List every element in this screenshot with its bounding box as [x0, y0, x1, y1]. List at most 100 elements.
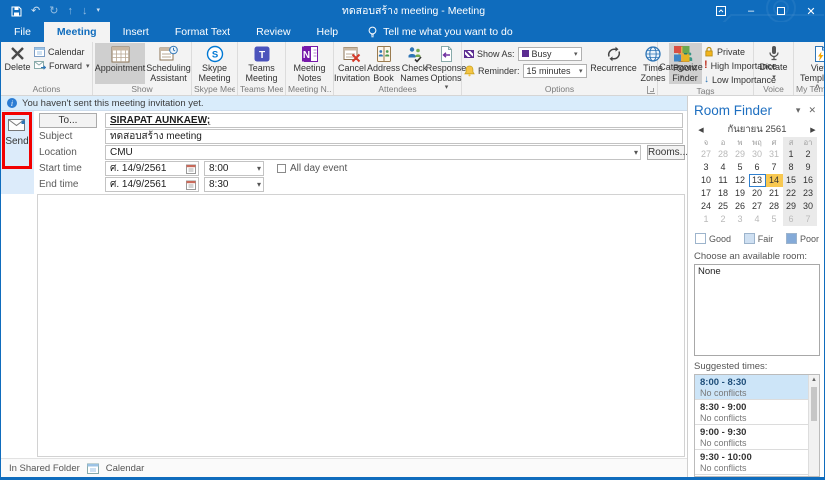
calendar-day[interactable]: 30: [749, 148, 766, 161]
calendar-day[interactable]: 9: [799, 161, 817, 174]
end-date-picker-icon[interactable]: [186, 180, 196, 190]
calendar-day[interactable]: 2: [799, 148, 817, 161]
forward-button[interactable]: Forward: [32, 59, 92, 72]
calendar-day[interactable]: 29: [782, 200, 800, 213]
subject-field[interactable]: ทดสอบสร้าง meeting: [105, 129, 683, 144]
calendar-day[interactable]: 29: [732, 148, 749, 161]
calendar-day[interactable]: 8: [782, 161, 800, 174]
meeting-notes-button[interactable]: N Meeting Notes: [288, 43, 331, 84]
calendar-day[interactable]: 28: [766, 200, 783, 213]
maximize-button[interactable]: [766, 0, 796, 22]
start-date-picker-icon[interactable]: [186, 164, 196, 174]
calendar-day[interactable]: 13: [748, 174, 766, 187]
show-as-dropdown[interactable]: Busy: [517, 46, 582, 61]
calendar-day[interactable]: 26: [732, 200, 749, 213]
next-month-icon[interactable]: ▶: [806, 126, 820, 134]
room-list[interactable]: None: [694, 264, 820, 356]
tab-meeting[interactable]: Meeting: [43, 22, 110, 42]
end-time-dropdown[interactable]: 8:30 ▾: [204, 177, 264, 192]
panel-close-icon[interactable]: ✕: [804, 105, 820, 116]
dictate-button[interactable]: Dictate: [756, 43, 791, 84]
room-list-item[interactable]: None: [698, 266, 816, 277]
close-button[interactable]: ✕: [796, 0, 824, 22]
calendar-day[interactable]: 6: [749, 161, 766, 174]
calendar-day[interactable]: 3: [698, 161, 715, 174]
prev-month-icon[interactable]: ◀: [694, 126, 708, 134]
tab-review[interactable]: Review: [243, 22, 303, 42]
ribbon-display-options-icon[interactable]: [706, 0, 736, 22]
options-dialog-launcher-icon[interactable]: [647, 86, 655, 94]
location-field[interactable]: CMU ▾: [105, 145, 641, 160]
skype-meeting-button[interactable]: S Skype Meeting: [194, 43, 235, 84]
reminder-dropdown[interactable]: 15 minutes: [522, 63, 587, 78]
calendar-day[interactable]: 24: [698, 200, 715, 213]
calendar-day[interactable]: 7: [766, 161, 783, 174]
calendar-day[interactable]: 17: [698, 187, 715, 200]
panel-options-caret-icon[interactable]: ▾: [792, 105, 805, 116]
view-templates-button[interactable]: View Templates: [796, 43, 824, 84]
collapse-ribbon-icon[interactable]: ^: [815, 83, 820, 93]
location-dropdown-icon[interactable]: ▾: [634, 146, 638, 159]
calendar-day[interactable]: 27: [698, 148, 715, 161]
calendar-button[interactable]: Calendar: [32, 45, 92, 58]
end-time-caret-icon[interactable]: ▾: [257, 178, 261, 191]
scrollbar-up-icon[interactable]: ▲: [809, 375, 819, 386]
tab-help[interactable]: Help: [304, 22, 352, 42]
calendar-day[interactable]: 3: [732, 213, 749, 226]
calendar-day[interactable]: 15: [782, 174, 800, 187]
suggested-time-item[interactable]: 8:30 - 9:00 No conflicts: [695, 400, 808, 425]
calendar-day[interactable]: 18: [715, 187, 732, 200]
appointment-button[interactable]: Appointment: [95, 43, 145, 84]
calendar-day[interactable]: 2: [715, 213, 732, 226]
suggested-times-scrollbar[interactable]: ▲: [808, 375, 819, 476]
calendar-day[interactable]: 1: [698, 213, 715, 226]
calendar-day[interactable]: 1: [782, 148, 800, 161]
teams-meeting-button[interactable]: T Teams Meeting: [240, 43, 283, 84]
tab-format-text[interactable]: Format Text: [162, 22, 243, 42]
calendar-day[interactable]: 16: [799, 174, 817, 187]
calendar-day[interactable]: 7: [799, 213, 817, 226]
calendar-day[interactable]: 6: [782, 213, 800, 226]
calendar-day[interactable]: 14: [765, 174, 783, 187]
calendar-day[interactable]: 28: [715, 148, 732, 161]
suggested-time-item[interactable]: 9:00 - 9:30 No conflicts: [695, 425, 808, 450]
recurrence-button[interactable]: Recurrence: [590, 43, 638, 84]
calendar-day[interactable]: 23: [799, 187, 817, 200]
tell-me-box[interactable]: Tell me what you want to do: [357, 22, 523, 42]
start-date-field[interactable]: ศ. 14/9/2561: [105, 161, 199, 176]
calendar-day[interactable]: 11: [715, 174, 732, 187]
calendar-day[interactable]: 12: [732, 174, 749, 187]
calendar-day[interactable]: 27: [749, 200, 766, 213]
suggested-time-item[interactable]: 8:00 - 8:30 No conflicts: [695, 375, 808, 400]
calendar-day[interactable]: 25: [715, 200, 732, 213]
to-button[interactable]: To...: [39, 113, 97, 128]
end-date-field[interactable]: ศ. 14/9/2561: [105, 177, 199, 192]
cancel-invitation-button[interactable]: Cancel Invitation: [334, 43, 370, 84]
tab-file[interactable]: File: [1, 22, 44, 42]
calendar-day[interactable]: 21: [766, 187, 783, 200]
tab-insert[interactable]: Insert: [110, 22, 162, 42]
response-options-button[interactable]: Response Options: [426, 43, 466, 84]
start-time-caret-icon[interactable]: ▾: [257, 162, 261, 175]
calendar-day[interactable]: 5: [766, 213, 783, 226]
calendar-day[interactable]: 20: [749, 187, 766, 200]
calendar-day[interactable]: 10: [698, 174, 715, 187]
address-book-button[interactable]: Address Book: [367, 43, 400, 84]
calendar-day[interactable]: 5: [732, 161, 749, 174]
suggested-time-item[interactable]: 10:00 - 10:30No conflicts: [695, 475, 808, 476]
calendar-day[interactable]: 19: [732, 187, 749, 200]
calendar-day[interactable]: 22: [782, 187, 800, 200]
calendar-day[interactable]: 4: [715, 161, 732, 174]
rooms-button[interactable]: Rooms...: [647, 145, 688, 160]
to-field[interactable]: SIRAPAT AUNKAEW;: [105, 113, 683, 128]
calendar-day[interactable]: 30: [799, 200, 817, 213]
delete-button[interactable]: Delete: [3, 43, 32, 84]
customize-qat-icon[interactable]: ▾: [96, 0, 100, 22]
scrollbar-thumb[interactable]: [811, 387, 817, 421]
minimize-button[interactable]: –: [736, 0, 766, 22]
calendar-day[interactable]: 31: [766, 148, 783, 161]
save-icon[interactable]: [11, 6, 22, 17]
all-day-event-checkbox[interactable]: All day event: [277, 161, 347, 176]
calendar-day[interactable]: 4: [749, 213, 766, 226]
meeting-body-editor[interactable]: [37, 194, 685, 457]
